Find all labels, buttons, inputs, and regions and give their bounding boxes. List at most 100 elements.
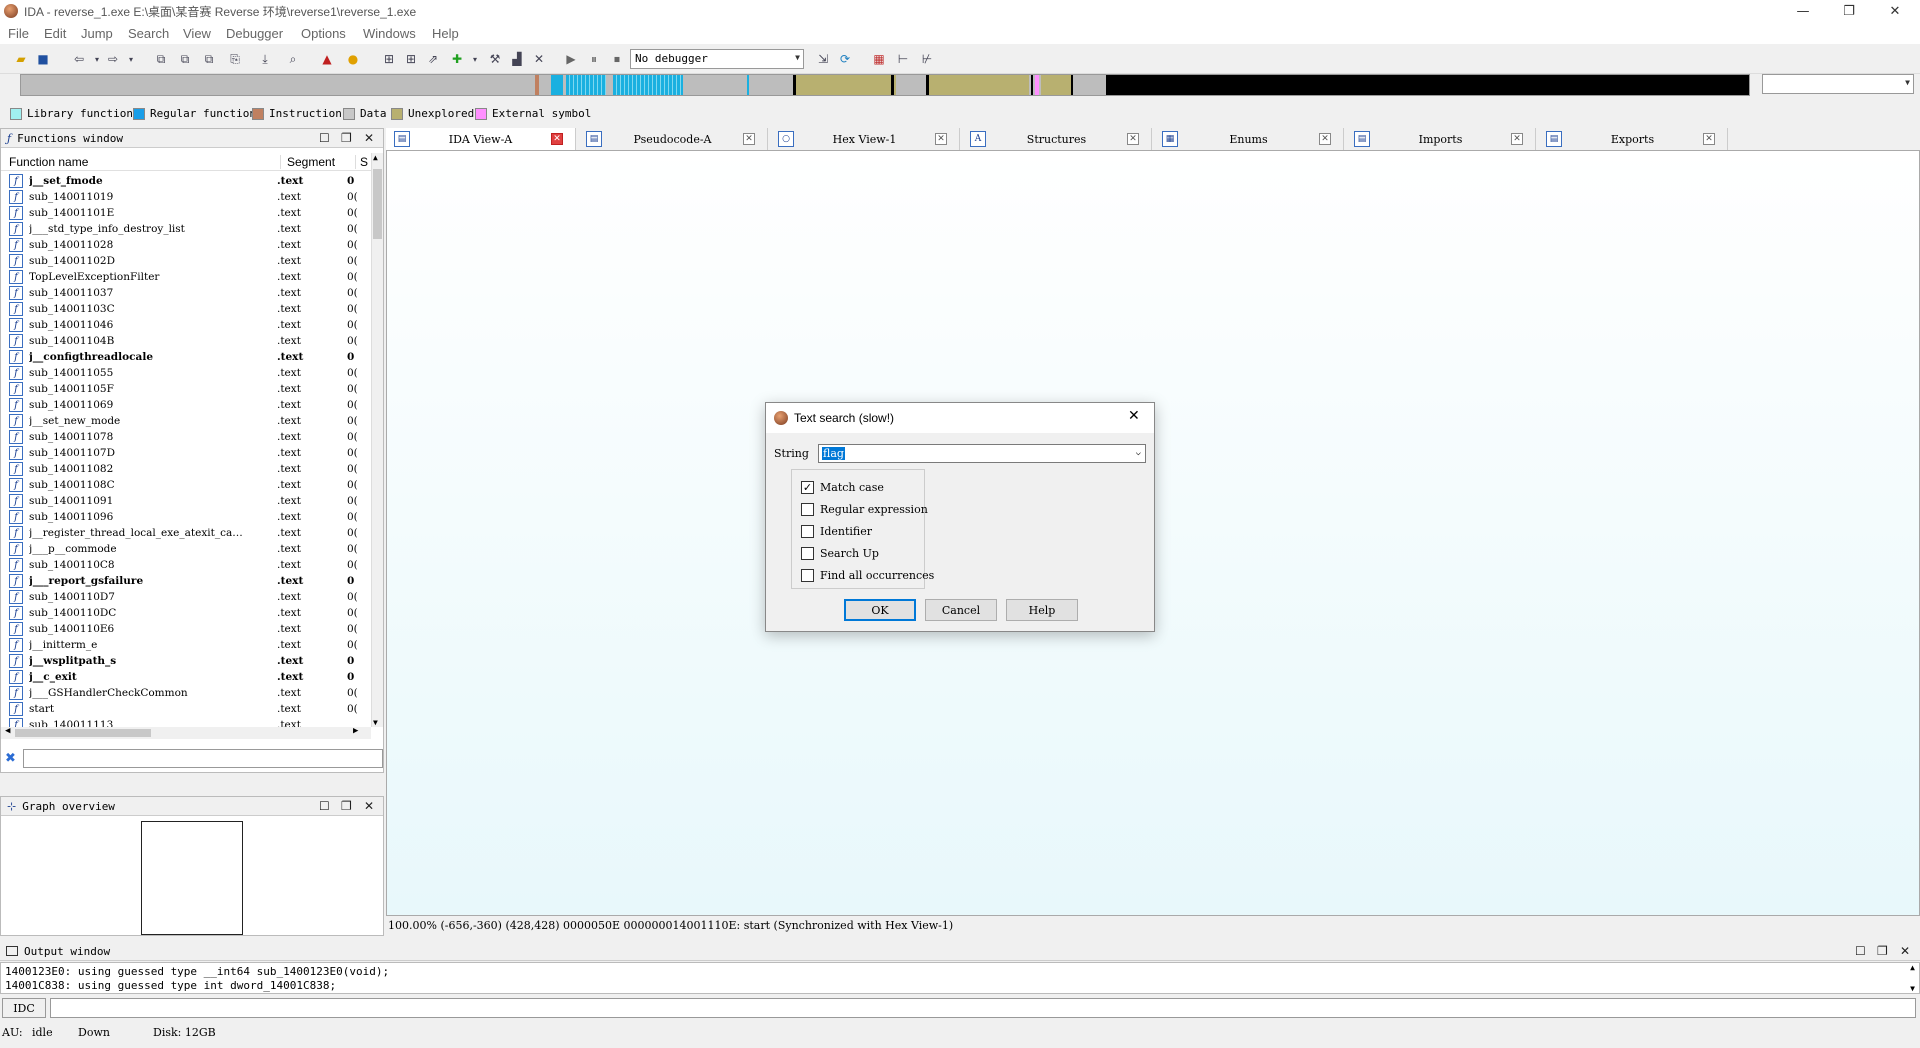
- menu-file[interactable]: File: [8, 26, 29, 41]
- scroll-thumb[interactable]: [373, 169, 382, 239]
- navigation-band[interactable]: [20, 74, 1750, 96]
- tab-hex-view-1[interactable]: ○ Hex View-1 ✕: [770, 128, 960, 150]
- menu-help[interactable]: Help: [432, 26, 459, 41]
- chart-icon[interactable]: ▟: [508, 50, 526, 68]
- forward-icon[interactable]: ⇨: [104, 50, 122, 68]
- table-row[interactable]: f sub_140011019 .text 0(: [1, 189, 371, 205]
- close-icon[interactable]: ✕: [1900, 944, 1910, 958]
- checkbox[interactable]: [801, 569, 814, 582]
- table-row[interactable]: f j___GSHandlerCheckCommon .text 0(: [1, 685, 371, 701]
- scroll-up-icon[interactable]: ▲: [373, 153, 378, 162]
- maximize-icon[interactable]: ☐: [1855, 944, 1866, 958]
- delete-icon[interactable]: ✕: [530, 50, 548, 68]
- dialog-close-icon[interactable]: ✕: [1128, 408, 1140, 424]
- table-row[interactable]: f TopLevelExceptionFilter .text 0(: [1, 269, 371, 285]
- menu-view[interactable]: View: [183, 26, 211, 41]
- ok-button[interactable]: OK: [844, 599, 916, 621]
- chevron-down-icon[interactable]: ⌵: [1136, 448, 1141, 458]
- clear-trace-icon[interactable]: ⊬: [918, 50, 936, 68]
- table-row[interactable]: f sub_1400110DC .text 0(: [1, 605, 371, 621]
- scroll-down-icon[interactable]: ▼: [1910, 984, 1915, 993]
- graph-overview-viewport[interactable]: [141, 821, 243, 935]
- minimize-icon[interactable]: —: [1780, 0, 1826, 22]
- table-row[interactable]: f j__c_exit .text 0: [1, 669, 371, 685]
- table-row[interactable]: f sub_140011096 .text 0(: [1, 509, 371, 525]
- idc-command-input[interactable]: [50, 998, 1916, 1018]
- search-binary-icon[interactable]: ⎘: [226, 50, 244, 68]
- table-row[interactable]: f sub_14001108C .text 0(: [1, 477, 371, 493]
- function-filter-input[interactable]: [23, 749, 383, 768]
- close-icon[interactable]: ✕: [364, 131, 374, 145]
- table-row[interactable]: f sub_14001105F .text 0(: [1, 381, 371, 397]
- copy-icon[interactable]: ⧉: [152, 50, 170, 68]
- table-row[interactable]: f sub_1400110E6 .text 0(: [1, 621, 371, 637]
- table-row[interactable]: f j___std_type_info_destroy_list .text 0(: [1, 221, 371, 237]
- table-row[interactable]: f sub_140011091 .text 0(: [1, 493, 371, 509]
- table-row[interactable]: f sub_14001104B .text 0(: [1, 333, 371, 349]
- pause-icon[interactable]: ⏸: [585, 50, 603, 68]
- find-icon[interactable]: ●: [344, 50, 362, 68]
- table-row[interactable]: f sub_14001103C .text 0(: [1, 301, 371, 317]
- menu-options[interactable]: Options: [301, 26, 346, 41]
- step-icon[interactable]: ⇲: [814, 50, 832, 68]
- debugger-select[interactable]: No debugger ▼: [630, 49, 804, 69]
- menu-jump[interactable]: Jump: [81, 26, 113, 41]
- run-icon[interactable]: ▶: [562, 50, 580, 68]
- tab-close-icon[interactable]: ✕: [1703, 133, 1715, 145]
- table-row[interactable]: f j__wsplitpath_s .text 0: [1, 653, 371, 669]
- column-s[interactable]: S: [356, 155, 368, 169]
- scroll-down-icon[interactable]: ▼: [373, 718, 378, 727]
- menu-edit[interactable]: Edit: [44, 26, 66, 41]
- clear-filter-icon[interactable]: ✖: [5, 751, 16, 766]
- float-icon[interactable]: ❐: [341, 131, 352, 145]
- option-search-up[interactable]: Search Up: [801, 547, 879, 560]
- checkbox[interactable]: ✓: [801, 481, 814, 494]
- checkbox[interactable]: [801, 547, 814, 560]
- option-regular-expression[interactable]: Regular expression: [801, 503, 928, 516]
- functions-hscrollbar[interactable]: ◀ ▶: [1, 726, 371, 739]
- float-icon[interactable]: ❐: [341, 799, 352, 813]
- functions-vscrollbar[interactable]: ▲ ▼: [371, 153, 383, 727]
- menu-debugger[interactable]: Debugger: [226, 26, 283, 41]
- tab-ida-view-a[interactable]: ▤ IDA View-A ✕: [386, 128, 576, 150]
- table-row[interactable]: f j__initterm_e .text 0(: [1, 637, 371, 653]
- stop-icon[interactable]: ⏹: [608, 50, 626, 68]
- cancel-button[interactable]: Cancel: [925, 599, 997, 621]
- table-row[interactable]: f sub_140011037 .text 0(: [1, 285, 371, 301]
- table-row[interactable]: f sub_140011069 .text 0(: [1, 397, 371, 413]
- string-input-value[interactable]: flag: [822, 447, 845, 460]
- table-row[interactable]: f j___report_gsfailure .text 0: [1, 573, 371, 589]
- back-icon[interactable]: ⇦: [70, 50, 88, 68]
- close-icon[interactable]: ✕: [1872, 0, 1918, 22]
- tab-enums[interactable]: ▦ Enums ✕: [1154, 128, 1344, 150]
- add-dropdown-icon[interactable]: ▾: [466, 50, 484, 68]
- table-row[interactable]: f j__register_thread_local_exe_atexit_ca……: [1, 525, 371, 541]
- column-function-name[interactable]: Function name: [1, 154, 281, 169]
- table-row[interactable]: f j__set_new_mode .text 0(: [1, 413, 371, 429]
- font-a-icon[interactable]: ▲: [318, 50, 336, 68]
- table-row[interactable]: f sub_140011046 .text 0(: [1, 317, 371, 333]
- breakpoint-icon[interactable]: ⊢: [894, 50, 912, 68]
- xref-icon[interactable]: ⇗: [424, 50, 442, 68]
- table-row[interactable]: f sub_1400110C8 .text 0(: [1, 557, 371, 573]
- help-button[interactable]: Help: [1006, 599, 1078, 621]
- menu-search[interactable]: Search: [128, 26, 169, 41]
- tab-structures[interactable]: A Structures ✕: [962, 128, 1152, 150]
- close-icon[interactable]: ✕: [364, 799, 374, 813]
- table-row[interactable]: f sub_140011078 .text 0(: [1, 429, 371, 445]
- option-find-all-occurrences[interactable]: Find all occurrences: [801, 569, 934, 582]
- table-row[interactable]: f sub_1400110D7 .text 0(: [1, 589, 371, 605]
- restore-icon[interactable]: ❐: [1826, 0, 1872, 22]
- tab-exports[interactable]: ▤ Exports ✕: [1538, 128, 1728, 150]
- tab-close-icon[interactable]: ✕: [1319, 133, 1331, 145]
- tab-close-icon[interactable]: ✕: [551, 133, 563, 145]
- option-match-case[interactable]: ✓ Match case: [801, 481, 884, 494]
- refresh-icon[interactable]: ⟳: [836, 50, 854, 68]
- table-row[interactable]: f sub_14001101E .text 0(: [1, 205, 371, 221]
- table-row[interactable]: f j__configthreadlocale .text 0: [1, 349, 371, 365]
- table-row[interactable]: f j___p__commode .text 0(: [1, 541, 371, 557]
- save-icon[interactable]: ■: [34, 50, 52, 68]
- table-row[interactable]: f sub_14001102D .text 0(: [1, 253, 371, 269]
- scroll-up-icon[interactable]: ▲: [1910, 963, 1915, 972]
- wand-icon[interactable]: ⚒: [486, 50, 504, 68]
